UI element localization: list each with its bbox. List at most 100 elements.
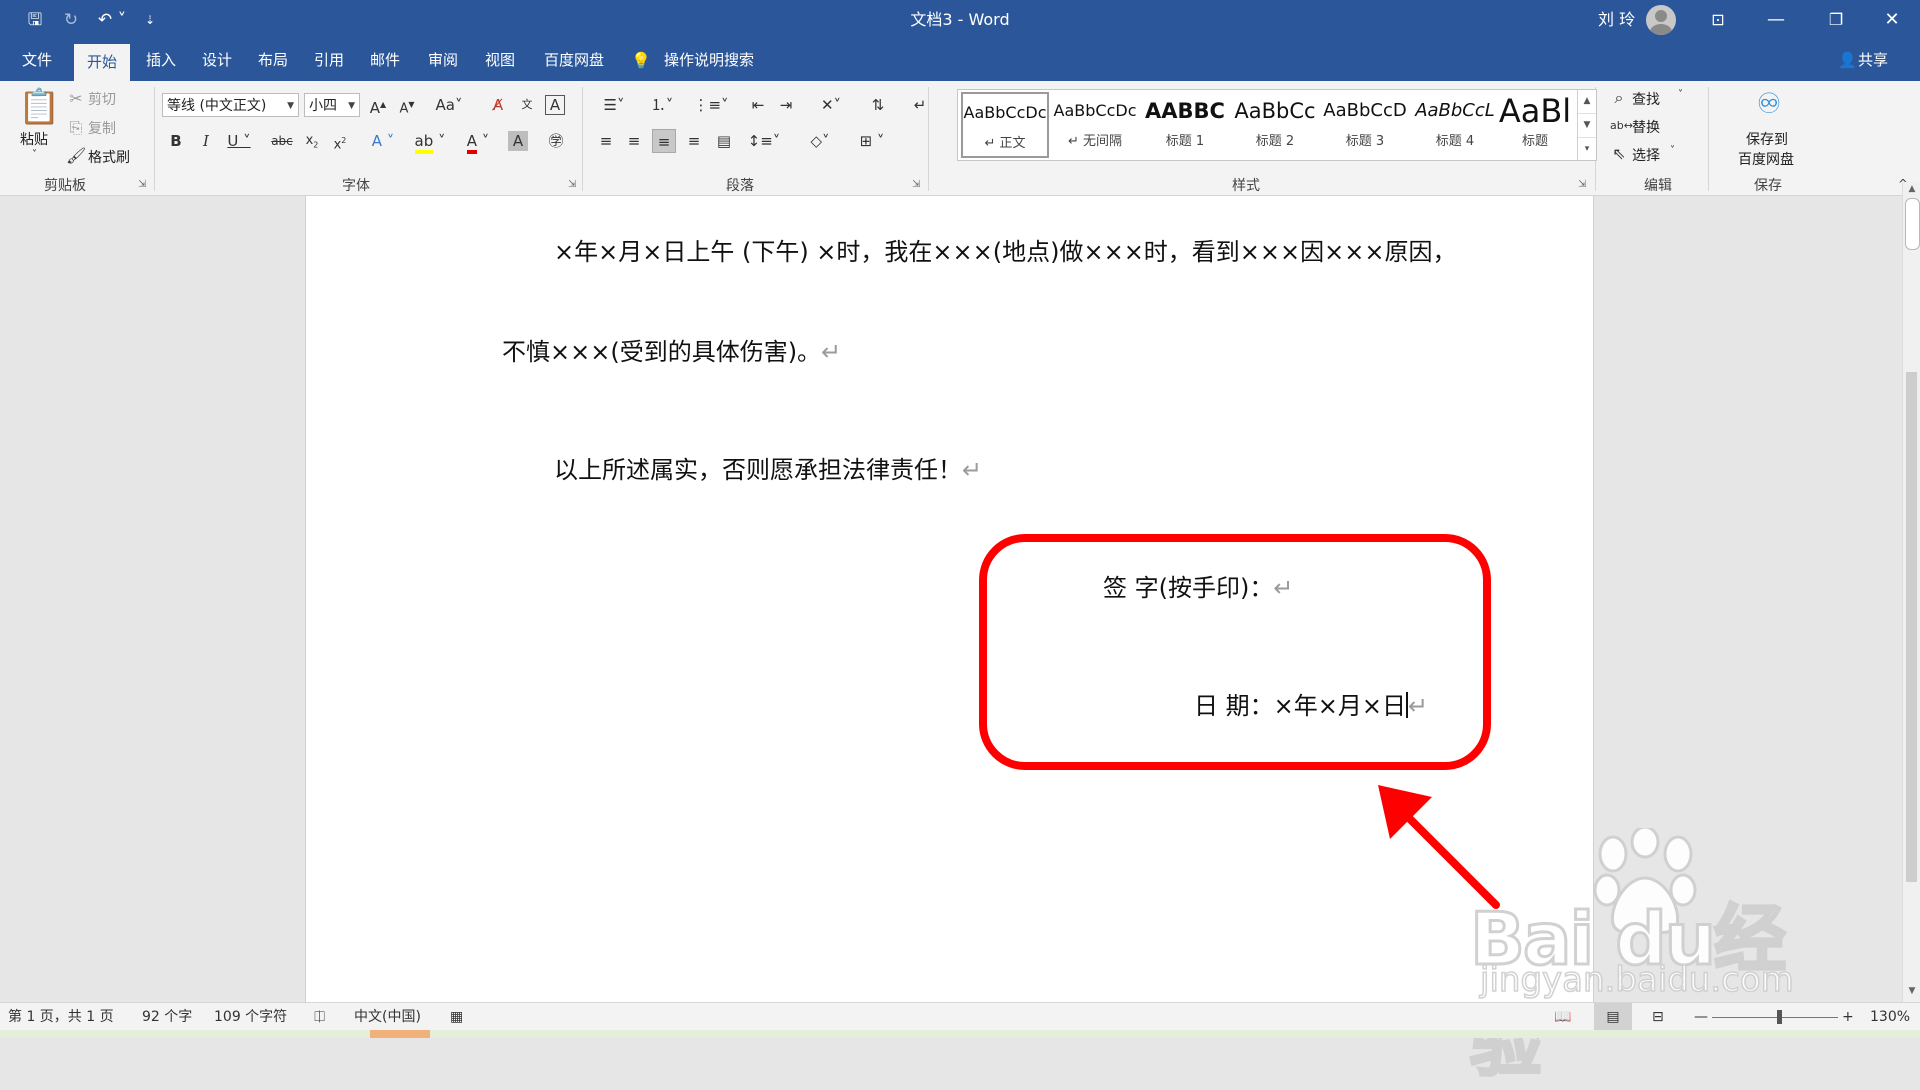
body-paragraph-3[interactable]: 以上所述属实，否则愿承担法律责任！↵ <box>554 450 982 485</box>
shading-icon[interactable]: ◇˅ <box>802 129 838 153</box>
web-layout-icon[interactable]: ⊟ <box>1652 1003 1664 1031</box>
tab-view[interactable]: 视图 <box>475 40 525 81</box>
zoom-slider[interactable] <box>1712 1017 1838 1018</box>
find-icon[interactable]: ⌕ <box>1610 87 1628 109</box>
style-heading-4[interactable]: AaBbCcL 标题 4 <box>1411 92 1499 158</box>
underline-icon[interactable]: U ˅ <box>222 129 256 153</box>
subscript-icon[interactable]: x2 <box>300 129 324 153</box>
ribbon-display-options-icon[interactable]: ⊡ <box>1688 0 1748 40</box>
font-launcher-icon[interactable]: ⇲ <box>568 179 576 190</box>
superscript-icon[interactable]: x2 <box>328 129 352 153</box>
zoom-slider-thumb[interactable] <box>1777 1010 1782 1024</box>
tab-design[interactable]: 设计 <box>192 40 242 81</box>
borders-icon[interactable]: ⊞ ˅ <box>852 129 892 153</box>
scroll-up-icon[interactable]: ▲ <box>1903 184 1920 194</box>
strikethrough-icon[interactable]: abc <box>268 129 296 153</box>
font-name-combo[interactable]: 等线 (中文正文) ▼ <box>162 93 299 117</box>
bullets-icon[interactable]: ☰˅ <box>594 93 634 117</box>
copy-icon[interactable]: ⎘ <box>66 117 86 139</box>
select-cursor-icon[interactable]: ⇖ <box>1610 143 1628 165</box>
tell-me-search[interactable]: 操作说明搜索 <box>664 40 764 81</box>
font-color-icon[interactable]: A ˅ <box>460 129 496 154</box>
change-case-icon[interactable]: Aa˅ <box>432 93 466 117</box>
tab-file[interactable]: 文件 <box>8 40 66 81</box>
line-spacing-icon[interactable]: ↕≡˅ <box>746 129 782 153</box>
tab-references[interactable]: 引用 <box>304 40 354 81</box>
cut-icon[interactable]: ✂ <box>66 88 86 110</box>
tab-mailings[interactable]: 邮件 <box>360 40 410 81</box>
print-layout-icon[interactable]: ▤ <box>1594 1003 1632 1031</box>
phonetic-guide-icon[interactable]: 文 <box>515 93 539 117</box>
style-heading-3[interactable]: AaBbCcD 标题 3 <box>1321 92 1409 158</box>
style-normal[interactable]: AaBbCcDc ↵ 正文 <box>961 92 1049 158</box>
cut-button[interactable]: 剪切 <box>88 89 116 109</box>
close-icon[interactable]: ✕ <box>1862 0 1920 40</box>
chevron-down-icon[interactable]: ˅ <box>1678 89 1683 100</box>
sort-icon[interactable]: ⇅ <box>866 93 890 117</box>
save-to-netdisk-line2[interactable]: 百度网盘 <box>1738 149 1794 169</box>
paste-icon[interactable]: 📋 <box>18 87 60 127</box>
page-count[interactable]: 第 1 页，共 1 页 <box>8 1003 114 1031</box>
clear-formatting-icon[interactable]: A̸ <box>486 93 510 117</box>
read-mode-icon[interactable]: 📖 <box>1554 1003 1571 1031</box>
user-name[interactable]: 刘 玲 <box>1598 0 1635 40</box>
decrease-indent-icon[interactable]: ⇤ <box>746 93 770 117</box>
find-button[interactable]: 查找 <box>1632 89 1660 109</box>
baidu-netdisk-icon[interactable]: ♾ <box>1752 89 1786 119</box>
body-paragraph-1[interactable]: ×年×月×日上午 (下午) ×时，我在×××(地点)做×××时，看到×××因××… <box>554 232 1456 267</box>
scroll-down-icon[interactable]: ▼ <box>1903 986 1920 996</box>
replace-icon[interactable]: ab↔ <box>1610 115 1633 137</box>
format-painter-icon[interactable]: 🖌 <box>66 145 86 167</box>
share-button[interactable]: 共享 <box>1858 40 1898 81</box>
proofing-icon[interactable]: ⎅ <box>314 1003 325 1031</box>
align-right-icon[interactable]: ≡ <box>682 129 706 153</box>
align-center-icon[interactable]: ≡ <box>622 129 646 153</box>
gallery-more-icon[interactable]: ▾ <box>1578 138 1596 161</box>
select-button[interactable]: 选择 <box>1632 145 1660 165</box>
style-heading-2[interactable]: AaBbCc 标题 2 <box>1231 92 1319 158</box>
tab-baidu-netdisk[interactable]: 百度网盘 <box>536 40 612 81</box>
numbering-icon[interactable]: ⒈˅ <box>642 93 682 117</box>
tab-insert[interactable]: 插入 <box>136 40 186 81</box>
enclose-characters-icon[interactable]: ㊫ <box>544 129 568 153</box>
gallery-down-icon[interactable]: ▼ <box>1578 114 1596 138</box>
italic-icon[interactable]: I <box>194 129 218 153</box>
avatar[interactable] <box>1646 5 1676 35</box>
bold-icon[interactable]: B <box>164 129 188 153</box>
character-shading-icon[interactable]: A <box>508 131 528 151</box>
style-title[interactable]: AaBl 标题 <box>1491 92 1579 158</box>
styles-launcher-icon[interactable]: ⇲ <box>1578 179 1586 190</box>
tab-home[interactable]: 开始 <box>74 44 130 81</box>
distributed-icon[interactable]: ▤ <box>712 129 736 153</box>
paragraph-launcher-icon[interactable]: ⇲ <box>912 179 920 190</box>
chevron-down-icon[interactable]: ˅ <box>1670 145 1675 156</box>
align-justify-icon[interactable]: ≡ <box>652 129 676 153</box>
style-heading-1[interactable]: AABBC 标题 1 <box>1141 92 1229 158</box>
highlight-color-icon[interactable]: ab ˅ <box>412 129 448 154</box>
style-no-spacing[interactable]: AaBbCcDc ↵ 无间隔 <box>1051 92 1139 158</box>
minimize-icon[interactable]: — <box>1746 0 1806 40</box>
tab-layout[interactable]: 布局 <box>248 40 298 81</box>
format-painter-button[interactable]: 格式刷 <box>88 147 130 167</box>
multilevel-list-icon[interactable]: ⋮≡˅ <box>690 93 732 117</box>
save-to-netdisk-line1[interactable]: 保存到 <box>1746 129 1788 149</box>
zoom-in-button[interactable]: + <box>1842 1003 1854 1031</box>
ruler-toggle[interactable] <box>1905 198 1920 250</box>
body-paragraph-2[interactable]: 不慎×××(受到的具体伤害)。↵ <box>502 332 841 367</box>
paste-dropdown-icon[interactable]: ˅ <box>32 149 37 160</box>
gallery-up-icon[interactable]: ▲ <box>1578 90 1596 114</box>
char-count[interactable]: 109 个字符 <box>214 1003 287 1031</box>
paste-button[interactable]: 粘贴 <box>20 129 48 149</box>
tab-review[interactable]: 审阅 <box>418 40 468 81</box>
chinese-layout-icon[interactable]: ✕˅ <box>812 93 850 117</box>
macro-record-icon[interactable]: ▦ <box>450 1003 463 1031</box>
zoom-out-button[interactable]: — <box>1694 1003 1708 1031</box>
zoom-level[interactable]: 130% <box>1870 1003 1910 1031</box>
increase-indent-icon[interactable]: ⇥ <box>774 93 798 117</box>
replace-button[interactable]: 替换 <box>1632 117 1660 137</box>
grow-font-icon[interactable]: A▲ <box>366 93 390 117</box>
text-effects-icon[interactable]: A ˅ <box>366 129 400 153</box>
restore-icon[interactable]: ❐ <box>1806 0 1866 40</box>
copy-button[interactable]: 复制 <box>88 118 116 138</box>
language-indicator[interactable]: 中文(中国) <box>354 1003 421 1031</box>
